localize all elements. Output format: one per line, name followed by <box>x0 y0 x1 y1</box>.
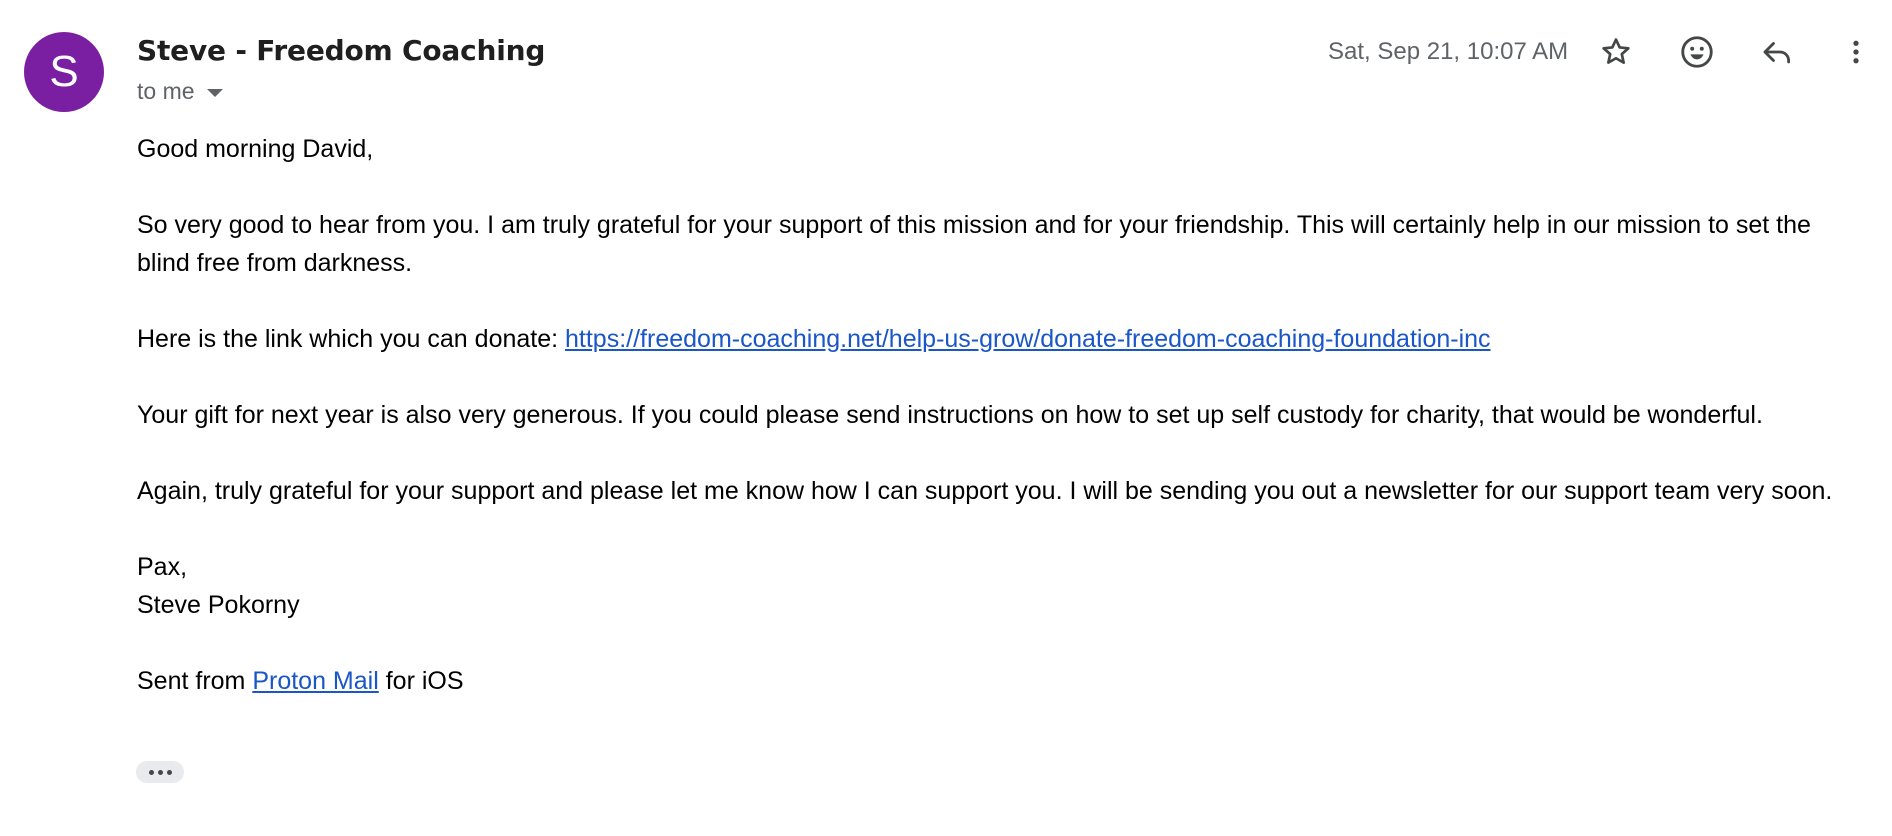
more-vert-icon <box>1853 40 1859 64</box>
message-body: Good morning David, So very good to hear… <box>137 130 1857 738</box>
signoff: Pax, <box>137 553 188 581</box>
sent-from-prefix: Sent from <box>137 667 253 695</box>
paragraph-4: Again, truly grateful for your support a… <box>137 477 1833 505</box>
more-options-button[interactable] <box>1834 30 1878 74</box>
signature-name: Steve Pokorny <box>137 591 300 619</box>
greeting: Good morning David, <box>137 135 374 163</box>
show-trimmed-content-button[interactable] <box>136 761 184 783</box>
donate-link[interactable]: https://freedom-coaching.net/help-us-gro… <box>565 325 1491 353</box>
sent-from-suffix: for iOS <box>378 667 464 695</box>
chevron-down-icon[interactable] <box>206 89 223 97</box>
reply-button[interactable] <box>1755 30 1799 74</box>
emoji-reaction-icon <box>1681 36 1713 68</box>
avatar[interactable]: S <box>24 32 104 112</box>
message-date: Sat, Sep 21, 10:07 AM <box>1328 38 1569 65</box>
add-reaction-button[interactable] <box>1675 30 1719 74</box>
sent-from-line: Sent from Proton Mail for iOS <box>137 662 1857 700</box>
paragraph-1: So very good to hear from you. I am trul… <box>137 211 1811 277</box>
paragraph-3: Your gift for next year is also very gen… <box>137 401 1763 429</box>
recipient-label: to me <box>137 78 195 104</box>
donate-link-intro: Here is the link which you can donate: <box>137 325 566 353</box>
ellipsis-dot-icon <box>148 769 154 775</box>
recipient-details-toggle[interactable]: to me <box>137 78 223 105</box>
star-icon <box>1602 38 1630 64</box>
ellipsis-dot-icon <box>157 769 163 775</box>
proton-mail-link[interactable]: Proton Mail <box>252 667 378 695</box>
sender-name[interactable]: Steve - Freedom Coaching <box>137 34 545 67</box>
reply-icon <box>1763 42 1791 64</box>
ellipsis-dot-icon <box>166 769 172 775</box>
star-button[interactable] <box>1594 30 1638 74</box>
paragraph-2: Here is the link which you can donate: h… <box>137 320 1857 358</box>
